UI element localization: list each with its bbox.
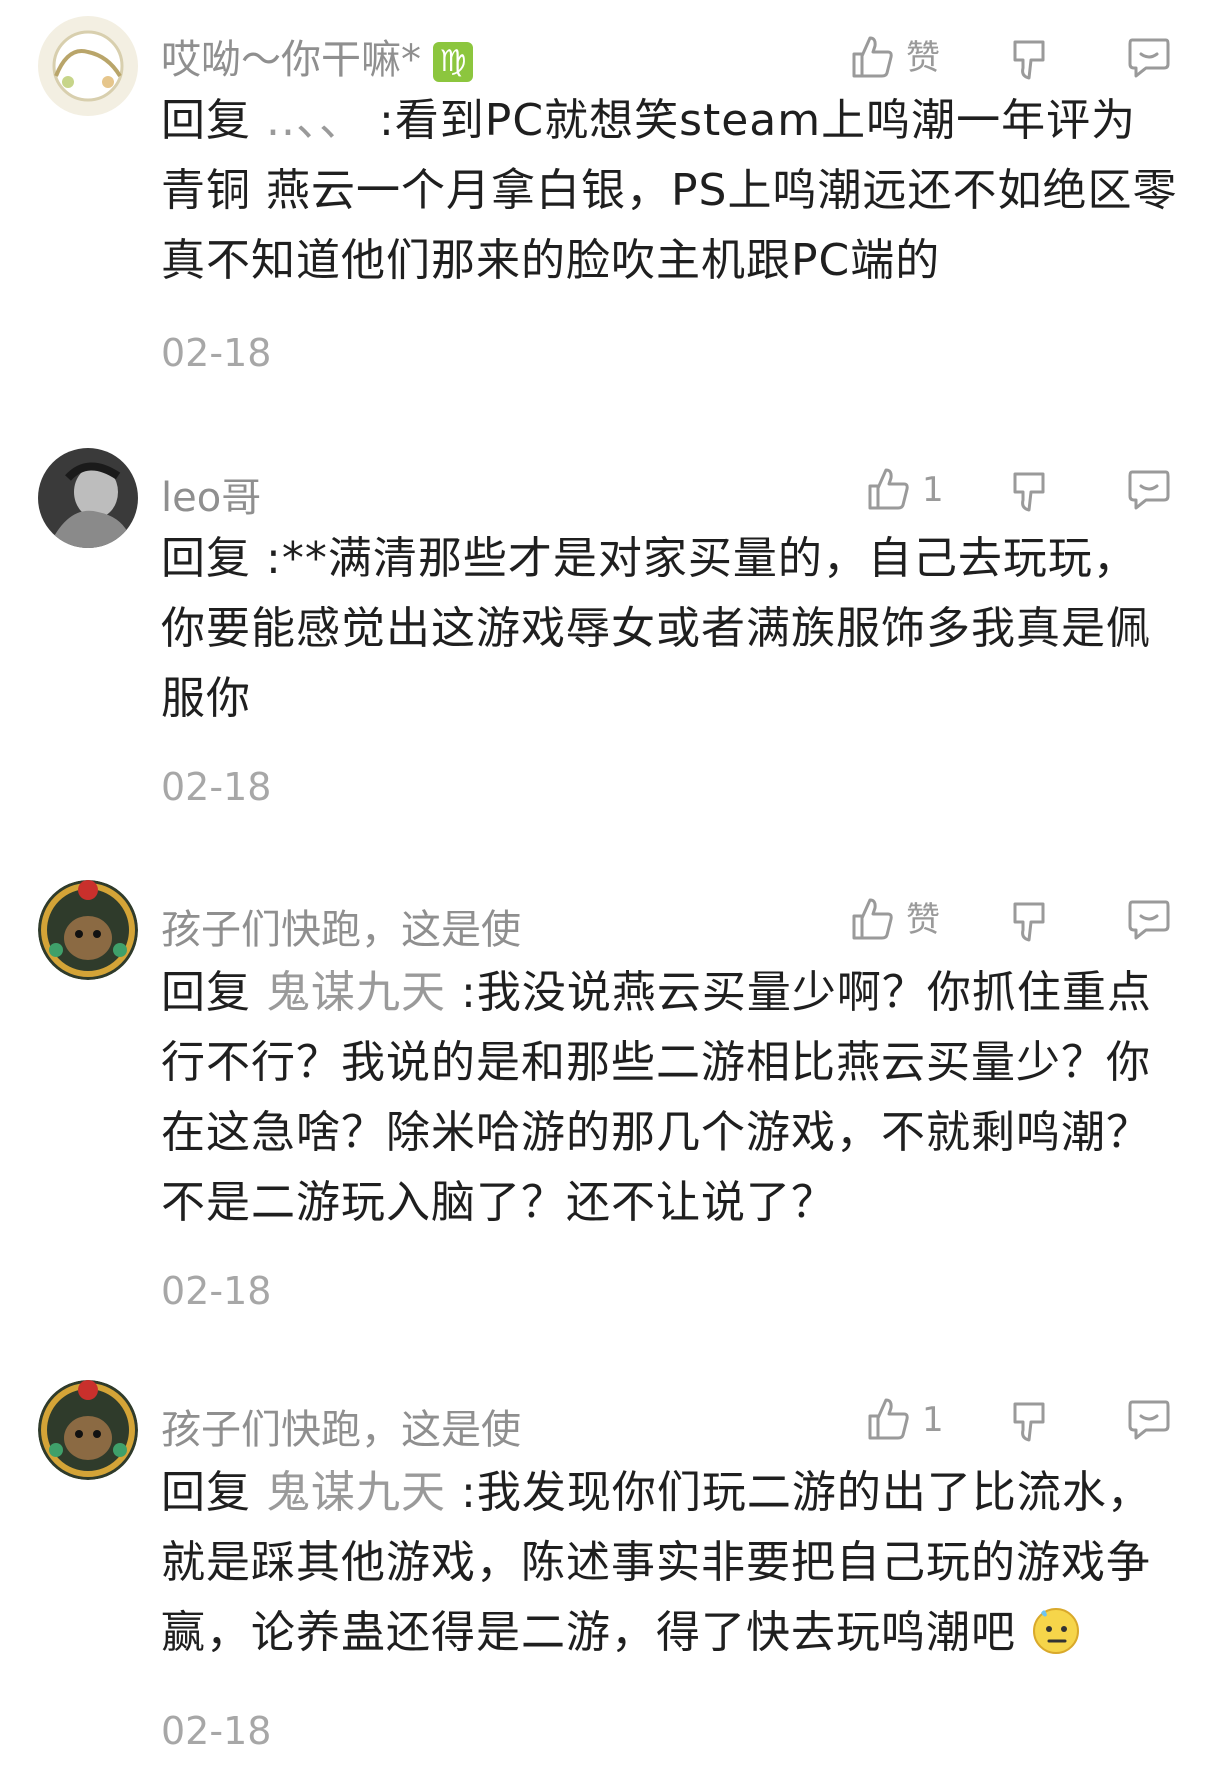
thumbs-up-icon xyxy=(868,1398,909,1440)
mention-user[interactable]: 鬼谋九天 xyxy=(266,967,446,1018)
reply-button[interactable] xyxy=(1122,890,1182,950)
sweat-face-emoji xyxy=(1031,1605,1081,1655)
username[interactable]: 孩子们快跑，这是使 xyxy=(161,906,521,954)
comment-body: 回复 ..、、 :看到PC就想笑steam上鸣潮一年评为青铜 燕云一个月拿白银，… xyxy=(161,86,1181,296)
like-button[interactable]: 1 xyxy=(840,460,950,520)
thumbs-up-icon xyxy=(852,898,893,940)
avatar[interactable] xyxy=(38,16,138,116)
mention-user[interactable]: 鬼谋九天 xyxy=(266,1467,446,1518)
comment-date: 02-18 xyxy=(161,1269,272,1313)
comment-actions: 赞 xyxy=(840,890,1220,950)
comment-body: 回复 鬼谋九天 :我发现你们玩二游的出了比流水，就是踩其他游戏，陈述事实非要把自… xyxy=(161,1458,1181,1668)
comment-bubble-icon xyxy=(1128,1400,1170,1440)
avatar[interactable] xyxy=(38,880,138,980)
reply-prefix: 回复 xyxy=(161,95,251,146)
avatar[interactable] xyxy=(38,448,138,548)
dislike-button[interactable] xyxy=(1005,1390,1065,1450)
comment-body: 回复 鬼谋九天 :我没说燕云买量少啊？你抓住重点行不行？我说的是和那些二游相比燕… xyxy=(161,958,1181,1238)
dislike-button[interactable] xyxy=(1005,460,1065,520)
thumbs-down-icon xyxy=(1013,902,1045,942)
comment-bubble-icon xyxy=(1128,38,1170,78)
username[interactable]: 哎呦～你干嘛* ♍ xyxy=(161,36,473,84)
comment-actions: 1 xyxy=(840,1390,1220,1450)
like-count: 赞 xyxy=(906,900,940,940)
reply-button[interactable] xyxy=(1122,1390,1182,1450)
reply-prefix: 回复 xyxy=(161,1467,251,1518)
comment-item: 哎呦～你干嘛* ♍ 赞 回复 ..、、 :看到PC就想笑steam上鸣潮一年评为青… xyxy=(0,0,1220,380)
comment-date: 02-18 xyxy=(161,331,272,375)
like-count: 1 xyxy=(922,470,944,510)
comment-item: 孩子们快跑，这是使 赞 回复 鬼谋九天 :我没说燕云买量少啊？你抓住重点行不行？… xyxy=(0,870,1220,1320)
comment-item: leo哥 1 回复 :**满清那些才是对家买量的，自己去玩玩，你要能感觉出这游戏… xyxy=(0,440,1220,820)
comment-date: 02-18 xyxy=(161,1709,272,1753)
dislike-button[interactable] xyxy=(1005,28,1065,88)
comment-bubble-icon xyxy=(1128,900,1170,940)
reply-prefix: 回复 xyxy=(161,533,251,584)
comment-body: 回复 :**满清那些才是对家买量的，自己去玩玩，你要能感觉出这游戏辱女或者满族服… xyxy=(161,524,1181,734)
like-button[interactable]: 赞 xyxy=(840,890,950,950)
reply-prefix: 回复 xyxy=(161,967,251,1018)
comment-bubble-icon xyxy=(1128,470,1170,510)
like-count: 1 xyxy=(922,1400,944,1440)
mention-user[interactable]: ..、、 xyxy=(266,95,364,146)
zodiac-badge-icon: ♍ xyxy=(433,42,473,82)
dislike-button[interactable] xyxy=(1005,890,1065,950)
thumbs-down-icon xyxy=(1013,472,1045,512)
thumbs-up-icon xyxy=(868,468,909,510)
comment-actions: 1 xyxy=(840,460,1220,520)
username[interactable]: leo哥 xyxy=(161,474,261,522)
comment-text: :**满清那些才是对家买量的，自己去玩玩，你要能感觉出这游戏辱女或者满族服饰多我… xyxy=(161,533,1151,724)
avatar[interactable] xyxy=(38,1380,138,1480)
like-count: 赞 xyxy=(906,38,940,78)
reply-button[interactable] xyxy=(1122,28,1182,88)
comment-item: 孩子们快跑，这是使 1 回复 鬼谋九天 :我发现你们玩二游的出了比流水，就是踩其… xyxy=(0,1370,1220,1781)
reply-button[interactable] xyxy=(1122,460,1182,520)
comment-actions: 赞 xyxy=(840,28,1220,88)
like-button[interactable]: 赞 xyxy=(840,28,950,88)
comment-date: 02-18 xyxy=(161,765,272,809)
thumbs-down-icon xyxy=(1013,1402,1045,1442)
thumbs-up-icon xyxy=(852,36,893,78)
like-button[interactable]: 1 xyxy=(840,1390,950,1450)
thumbs-down-icon xyxy=(1013,40,1045,80)
username[interactable]: 孩子们快跑，这是使 xyxy=(161,1406,521,1454)
